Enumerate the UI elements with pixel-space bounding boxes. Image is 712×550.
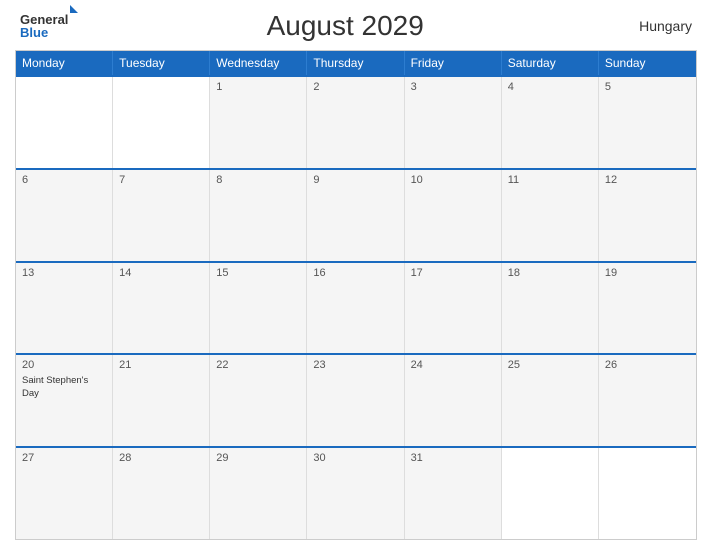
day-cell-4-2: 21 xyxy=(113,355,210,446)
day-number: 19 xyxy=(605,267,690,279)
day-cell-1-7: 5 xyxy=(599,77,696,168)
day-cell-2-2: 7 xyxy=(113,170,210,261)
day-number: 26 xyxy=(605,359,690,371)
day-number: 22 xyxy=(216,359,300,371)
day-number: 10 xyxy=(411,174,495,186)
day-cell-3-4: 16 xyxy=(307,263,404,354)
day-cell-5-4: 30 xyxy=(307,448,404,539)
day-cell-3-5: 17 xyxy=(405,263,502,354)
header: General Blue August 2029 Hungary xyxy=(15,10,697,42)
day-cell-1-1 xyxy=(16,77,113,168)
day-number: 23 xyxy=(313,359,397,371)
header-tuesday: Tuesday xyxy=(113,51,210,75)
day-number: 15 xyxy=(216,267,300,279)
day-cell-4-1: 20 Saint Stephen's Day xyxy=(16,355,113,446)
day-number: 30 xyxy=(313,452,397,464)
week-row-3: 13 14 15 16 17 18 19 xyxy=(16,261,696,354)
day-cell-2-4: 9 xyxy=(307,170,404,261)
day-cell-5-5: 31 xyxy=(405,448,502,539)
weeks-container: 1234567891011121314151617181920Saint Ste… xyxy=(16,75,696,539)
day-number: 2 xyxy=(313,81,397,93)
day-number: 24 xyxy=(411,359,495,371)
day-number: 17 xyxy=(411,267,495,279)
day-cell-5-7 xyxy=(599,448,696,539)
day-cell-4-6: 25 xyxy=(502,355,599,446)
day-cell-2-5: 10 xyxy=(405,170,502,261)
day-cell-4-7: 26 xyxy=(599,355,696,446)
day-cell-3-1: 13 xyxy=(16,263,113,354)
day-number: 11 xyxy=(508,174,592,186)
day-number: 7 xyxy=(119,174,203,186)
header-thursday: Thursday xyxy=(307,51,404,75)
logo-blue-text: Blue xyxy=(20,26,48,39)
day-cell-1-4: 2 xyxy=(307,77,404,168)
day-cell-2-1: 6 xyxy=(16,170,113,261)
day-number: 28 xyxy=(119,452,203,464)
day-cell-5-3: 29 xyxy=(210,448,307,539)
day-number: 16 xyxy=(313,267,397,279)
day-number: 3 xyxy=(411,81,495,93)
calendar: Monday Tuesday Wednesday Thursday Friday… xyxy=(15,50,697,540)
logo: General Blue xyxy=(20,13,78,39)
day-number: 20 xyxy=(22,359,106,371)
day-cell-5-1: 27 xyxy=(16,448,113,539)
day-cell-1-5: 3 xyxy=(405,77,502,168)
day-cell-4-5: 24 xyxy=(405,355,502,446)
day-number: 25 xyxy=(508,359,592,371)
day-cell-2-6: 11 xyxy=(502,170,599,261)
calendar-page: General Blue August 2029 Hungary Monday … xyxy=(0,0,712,550)
day-cell-5-2: 28 xyxy=(113,448,210,539)
day-number: 27 xyxy=(22,452,106,464)
header-saturday: Saturday xyxy=(502,51,599,75)
header-sunday: Sunday xyxy=(599,51,696,75)
day-cell-4-3: 22 xyxy=(210,355,307,446)
day-cell-5-6 xyxy=(502,448,599,539)
day-cell-1-2 xyxy=(113,77,210,168)
logo-wrapper: General Blue xyxy=(20,13,78,39)
day-number: 14 xyxy=(119,267,203,279)
day-cell-1-6: 4 xyxy=(502,77,599,168)
day-cell-3-6: 18 xyxy=(502,263,599,354)
country-label: Hungary xyxy=(612,18,692,34)
day-number: 18 xyxy=(508,267,592,279)
day-number: 12 xyxy=(605,174,690,186)
week-row-4: 20 Saint Stephen's Day 21 22 23 24 25 26 xyxy=(16,353,696,446)
day-number: 8 xyxy=(216,174,300,186)
day-number: 6 xyxy=(22,174,106,186)
header-monday: Monday xyxy=(16,51,113,75)
day-cell-3-2: 14 xyxy=(113,263,210,354)
header-friday: Friday xyxy=(405,51,502,75)
header-wednesday: Wednesday xyxy=(210,51,307,75)
week-row-5: 27 28 29 30 31 xyxy=(16,446,696,539)
day-number: 4 xyxy=(508,81,592,93)
week-row-2: 6 7 8 9 10 11 12 xyxy=(16,168,696,261)
page-title: August 2029 xyxy=(78,10,612,42)
day-number: 31 xyxy=(411,452,495,464)
day-cell-3-3: 15 xyxy=(210,263,307,354)
day-cell-4-4: 23 xyxy=(307,355,404,446)
day-cell-1-3: 1 xyxy=(210,77,307,168)
logo-bottom-row: Blue xyxy=(20,26,78,39)
day-number: 5 xyxy=(605,81,690,93)
day-number: 13 xyxy=(22,267,106,279)
logo-triangle-icon xyxy=(70,5,78,13)
day-number: 9 xyxy=(313,174,397,186)
day-headers: Monday Tuesday Wednesday Thursday Friday… xyxy=(16,51,696,75)
day-number: 29 xyxy=(216,452,300,464)
day-cell-2-7: 12 xyxy=(599,170,696,261)
day-event: Saint Stephen's Day xyxy=(22,375,106,400)
day-cell-2-3: 8 xyxy=(210,170,307,261)
week-row-1: 1 2 3 4 5 xyxy=(16,75,696,168)
day-number: 1 xyxy=(216,81,300,93)
day-cell-3-7: 19 xyxy=(599,263,696,354)
day-number: 21 xyxy=(119,359,203,371)
